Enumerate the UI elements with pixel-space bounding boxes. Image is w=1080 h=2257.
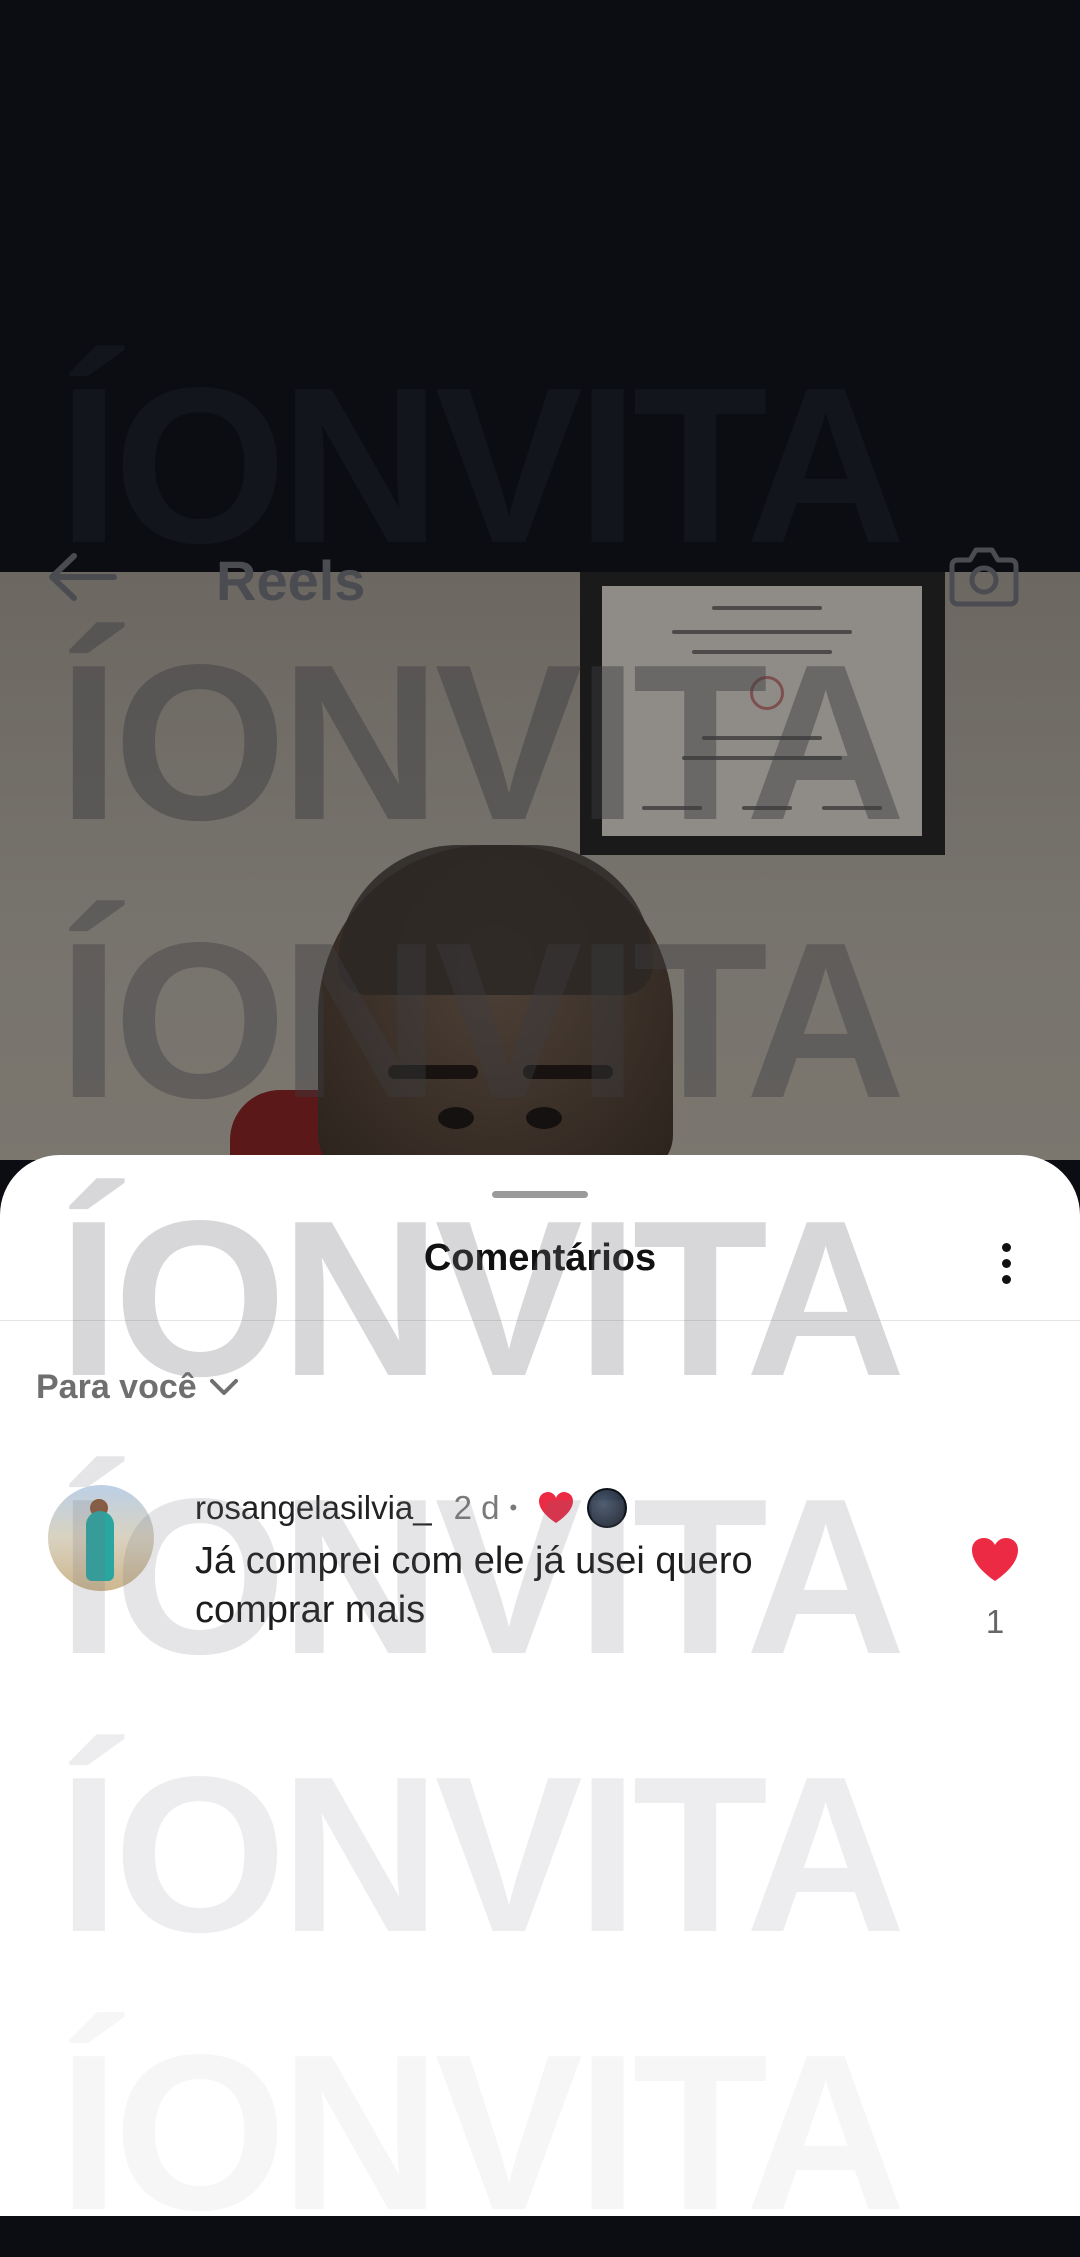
like-count: 1 bbox=[985, 1603, 1005, 1640]
creator-avatar-badge bbox=[587, 1488, 628, 1528]
divider bbox=[0, 1320, 1080, 1321]
creator-liked-heart-icon bbox=[539, 1492, 574, 1523]
comment-header: rosangelasilvia_ 2 d • bbox=[195, 1483, 628, 1533]
arrow-left-icon[interactable] bbox=[46, 550, 118, 604]
top-bar: Reels bbox=[0, 530, 1080, 620]
page-title: Reels bbox=[216, 549, 366, 612]
avatar[interactable] bbox=[48, 1485, 154, 1591]
filter-dropdown[interactable]: Para você bbox=[36, 1362, 241, 1412]
more-vertical-icon[interactable] bbox=[985, 1235, 1029, 1291]
like-heart-icon[interactable] bbox=[970, 1537, 1020, 1583]
separator-dot: • bbox=[509, 1495, 518, 1520]
chevron-down-icon bbox=[209, 1379, 238, 1395]
comment-username[interactable]: rosangelasilvia_ bbox=[195, 1489, 432, 1527]
sheet-title: Comentários bbox=[423, 1237, 657, 1279]
camera-icon[interactable] bbox=[948, 542, 1020, 608]
person bbox=[318, 845, 673, 1160]
sheet-drag-handle[interactable] bbox=[492, 1191, 588, 1198]
comments-sheet: Comentários Para você rosangelasilvia_ 2… bbox=[0, 1155, 1080, 2216]
comment-time: 2 d bbox=[453, 1489, 500, 1526]
comment-text: Já comprei com ele já usei quero comprar… bbox=[195, 1540, 753, 1631]
filter-label: Para você bbox=[36, 1367, 197, 1406]
video-top-band bbox=[0, 0, 1080, 572]
comment-item: rosangelasilvia_ 2 d • Já comprei com el… bbox=[0, 1485, 1080, 1685]
